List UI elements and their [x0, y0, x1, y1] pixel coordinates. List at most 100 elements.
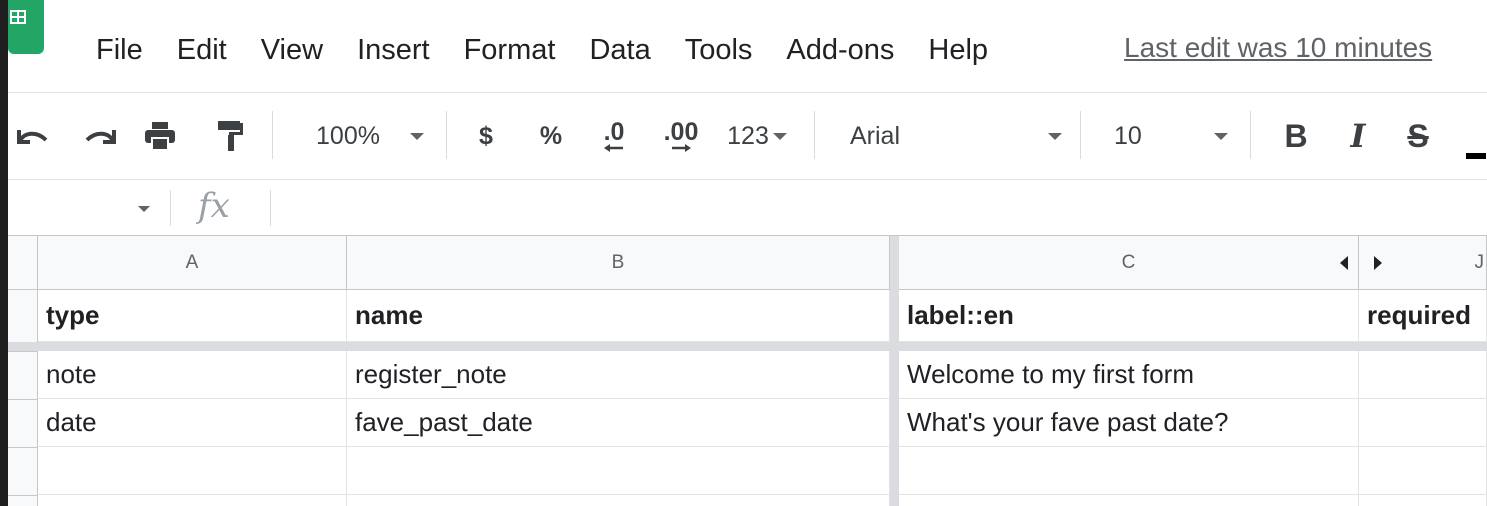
row-header[interactable] [8, 351, 38, 399]
font-name: Arial [850, 121, 901, 150]
frozen-column-divider[interactable] [890, 236, 899, 506]
table-cell[interactable] [347, 447, 890, 495]
sheets-logo-icon[interactable] [8, 0, 44, 54]
table-cell[interactable] [899, 447, 1359, 495]
bold-button[interactable]: B [1278, 93, 1314, 179]
italic-button[interactable]: I [1340, 93, 1376, 179]
toolbar-separator [446, 111, 447, 159]
table-cell[interactable]: Welcome to my first form [899, 351, 1359, 399]
table-cell[interactable] [347, 495, 890, 506]
fx-icon: fx [198, 186, 230, 226]
column-header-j-label: J [1474, 251, 1485, 273]
increase-decimal-label: .00 [663, 118, 699, 146]
table-cell[interactable]: label::en [899, 290, 1359, 342]
percent-button[interactable]: % [534, 93, 568, 179]
table-cell[interactable]: required [1359, 290, 1487, 342]
chevron-down-icon [1214, 132, 1228, 140]
percent-label: % [539, 121, 563, 150]
table-cell[interactable]: What's your fave past date? [899, 399, 1359, 447]
formula-separator [270, 190, 271, 226]
menu-format[interactable]: Format [464, 34, 556, 67]
toolbar-separator [272, 111, 273, 159]
select-all-corner[interactable] [8, 236, 38, 290]
table-cell[interactable]: note [38, 351, 347, 399]
redo-button[interactable] [78, 93, 124, 179]
table-cell[interactable]: register_note [347, 351, 890, 399]
spreadsheet-app: File Edit View Insert Format Data Tools … [8, 0, 1487, 506]
menu-bar: File Edit View Insert Format Data Tools … [8, 0, 1487, 93]
chevron-down-icon [772, 132, 787, 140]
menu-data[interactable]: Data [589, 34, 650, 67]
paint-format-button[interactable] [208, 93, 252, 179]
undo-button[interactable] [10, 93, 54, 179]
zoom-value: 100% [316, 121, 380, 150]
row-header[interactable] [8, 447, 38, 495]
decrease-decimal-button[interactable]: .0 [592, 93, 636, 179]
print-icon [145, 122, 175, 151]
name-box[interactable] [8, 180, 168, 235]
sheet-grid: A B C J type name label::en required not… [8, 236, 1487, 506]
menu-edit[interactable]: Edit [177, 34, 227, 67]
font-size-select[interactable]: 10 [1114, 93, 1248, 179]
table-cell[interactable]: type [38, 290, 347, 342]
print-button[interactable] [138, 93, 182, 179]
expand-right-icon[interactable] [1374, 256, 1382, 270]
formula-bar: fx [8, 180, 1487, 236]
menu-addons[interactable]: Add-ons [786, 34, 894, 67]
font-select[interactable]: Arial [850, 93, 1070, 179]
strikethrough-label: S [1407, 117, 1429, 154]
formula-input[interactable] [278, 180, 1478, 235]
column-header-a[interactable]: A [38, 236, 347, 290]
strikethrough-button[interactable]: S [1400, 93, 1436, 179]
table-cell[interactable] [1359, 399, 1487, 447]
table-cell[interactable] [1359, 495, 1487, 506]
italic-label: I [1350, 117, 1366, 155]
text-color-button[interactable] [1464, 93, 1487, 179]
toolbar: 100% $ % .0 .00 123 Arial 10 B I S [8, 93, 1487, 180]
row-header[interactable] [8, 495, 38, 506]
table-cell[interactable] [1359, 447, 1487, 495]
undo-icon [17, 130, 48, 144]
menu-insert[interactable]: Insert [357, 34, 430, 67]
menu-tools[interactable]: Tools [685, 34, 753, 67]
increase-decimal-button[interactable]: .00 [656, 93, 706, 179]
row-header[interactable] [8, 290, 38, 342]
expand-left-icon[interactable] [1340, 256, 1348, 270]
paint-format-icon [218, 121, 243, 151]
menu-view[interactable]: View [261, 34, 323, 67]
currency-label: $ [479, 121, 493, 150]
toolbar-separator [814, 111, 815, 159]
last-edit-link[interactable]: Last edit was 10 minutes [1124, 32, 1432, 64]
column-header-c-label: C [1121, 251, 1136, 273]
table-cell[interactable] [899, 495, 1359, 506]
redo-icon [85, 130, 116, 144]
number-format-label: 123 [727, 121, 769, 150]
column-header-c[interactable]: C [899, 236, 1359, 290]
text-color-icon [1465, 153, 1486, 159]
number-format-select[interactable]: 123 [720, 93, 794, 179]
formula-separator [170, 190, 171, 226]
currency-button[interactable]: $ [470, 93, 502, 179]
chevron-down-icon [138, 206, 150, 212]
row-header[interactable] [8, 399, 38, 447]
chevron-down-icon [409, 132, 424, 140]
column-header-b[interactable]: B [347, 236, 890, 290]
toolbar-separator [1080, 111, 1081, 159]
table-cell[interactable]: date [38, 399, 347, 447]
table-cell[interactable] [38, 447, 347, 495]
bold-label: B [1284, 117, 1308, 154]
table-cell[interactable]: name [347, 290, 890, 342]
decrease-decimal-label: .0 [603, 118, 625, 146]
table-cell[interactable] [1359, 351, 1487, 399]
arrow-right-icon [672, 144, 691, 152]
menu-file[interactable]: File [96, 34, 143, 67]
toolbar-separator [1250, 111, 1251, 159]
menu-help[interactable]: Help [928, 34, 988, 67]
zoom-select[interactable]: 100% [304, 93, 436, 179]
table-cell[interactable] [38, 495, 347, 506]
table-cell[interactable]: fave_past_date [347, 399, 890, 447]
chevron-down-icon [1048, 132, 1062, 140]
menu-items: File Edit View Insert Format Data Tools … [96, 30, 1022, 70]
frozen-row-divider[interactable] [8, 342, 1487, 351]
arrow-left-icon [604, 144, 623, 152]
